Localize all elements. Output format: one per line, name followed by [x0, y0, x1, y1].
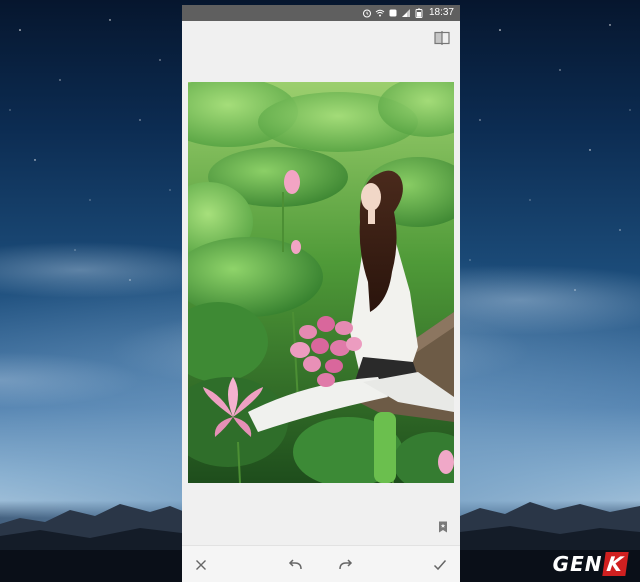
- undo-button[interactable]: [285, 554, 307, 576]
- wifi-icon: [375, 9, 385, 17]
- apply-button[interactable]: [429, 554, 451, 576]
- cancel-button[interactable]: [190, 554, 212, 576]
- genk-watermark-logo: GEN K: [552, 552, 628, 576]
- alarm-icon: [362, 9, 371, 18]
- bookmark-star-icon[interactable]: [438, 521, 448, 533]
- logo-k-badge: K: [601, 552, 628, 576]
- undo-icon: [288, 559, 302, 570]
- status-time: 18:37: [428, 7, 454, 18]
- checkmark-icon: [433, 560, 447, 571]
- bottom-toolbar: [182, 545, 460, 582]
- status-icons: 18:37: [362, 7, 454, 19]
- redo-button[interactable]: [334, 554, 356, 576]
- signal-icon: [401, 9, 410, 17]
- battery-icon: [415, 8, 423, 18]
- logo-text: GEN: [552, 552, 603, 576]
- redo-icon: [339, 559, 353, 570]
- phone-screen: 18:37: [182, 5, 460, 582]
- compare-split-icon[interactable]: [434, 31, 450, 45]
- photo-canvas[interactable]: [188, 82, 454, 483]
- edited-photo: [188, 82, 454, 483]
- close-icon: [196, 560, 206, 570]
- status-bar: 18:37: [182, 5, 460, 21]
- notification-icon: [389, 9, 397, 17]
